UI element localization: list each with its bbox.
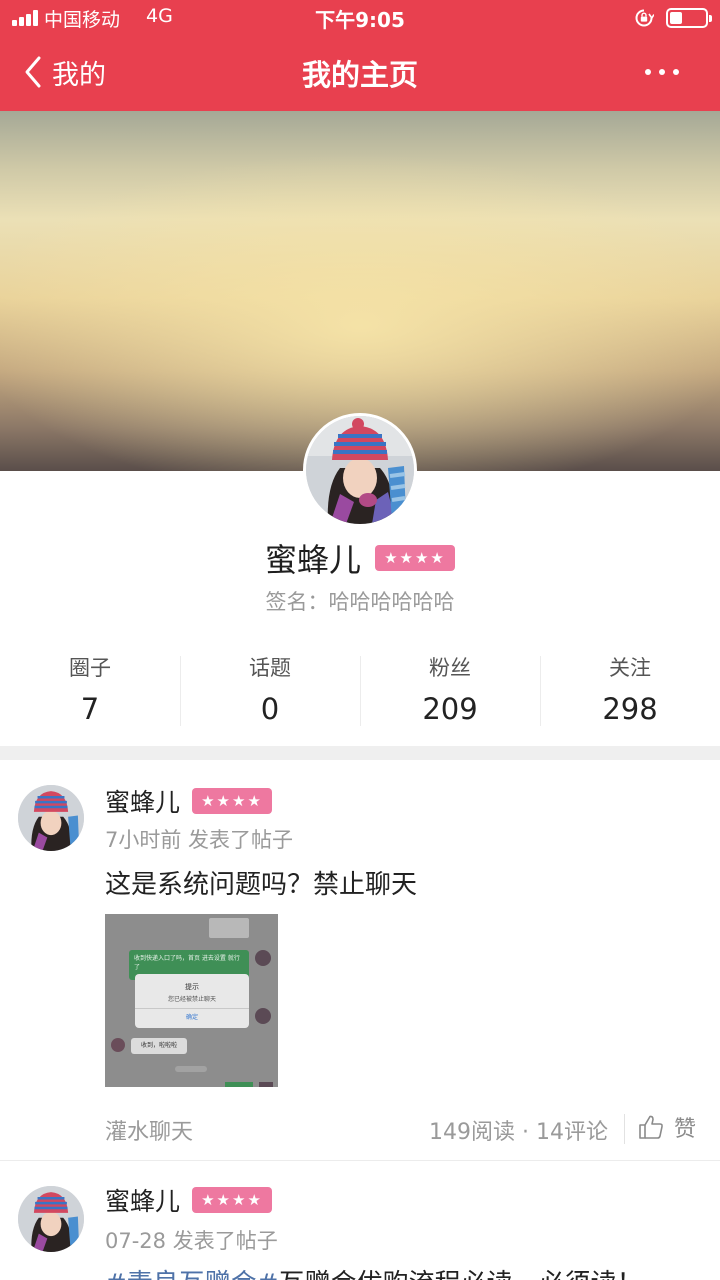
dialog-button: 确定 (185, 1014, 198, 1021)
like-button[interactable]: 赞 (638, 1110, 696, 1144)
avatar-image (18, 1186, 84, 1252)
post-card[interactable]: 蜜蜂儿 ★★★★ 7小时前 发表了帖子 这是系统问题吗？禁止聊天 收到快递入口了… (0, 760, 720, 1160)
avatar-image (306, 416, 414, 524)
stat-label: 关注 (609, 656, 651, 680)
post-meta: 07-28 发表了帖子 (105, 1229, 278, 1253)
profile-name-row: 蜜蜂儿 ★★★★ (0, 534, 720, 582)
like-label: 赞 (674, 1117, 697, 1142)
level-badge: ★★★★ (192, 1187, 273, 1213)
header: 中国移动 4G 下午9:05 我的 我的主页 (0, 0, 720, 111)
post-author-avatar[interactable] (18, 785, 84, 851)
post-text-rest: 互赠会优购流程必读，必须读！ (279, 1269, 643, 1280)
thumbs-up-icon (639, 1115, 663, 1139)
back-button[interactable]: 我的 (22, 52, 106, 92)
post-read-count: 149阅读 · 14评论 (429, 1120, 608, 1145)
stat-circles[interactable]: 圈子 7 (0, 648, 180, 732)
post-hashtag[interactable]: #素良互赠会# (105, 1269, 279, 1280)
level-badge: ★★★★ (375, 545, 455, 571)
profile-name: 蜜蜂儿 (264, 541, 361, 579)
more-dots-icon[interactable] (642, 60, 682, 84)
post-card[interactable]: 蜜蜂儿 ★★★★ 07-28 发表了帖子 #素良互赠会#互赠会优购流程必读，必须… (0, 1161, 720, 1280)
lock-rotation-icon (635, 9, 654, 27)
profile-avatar[interactable] (303, 413, 417, 527)
chat-bubble-received: 收到，啦啦啦 (131, 1038, 187, 1054)
post-footer: 灌水聊天 149阅读 · 14评论 赞 (0, 1114, 720, 1154)
post-image[interactable]: 收到快递入口了吗，首页 进去设置 就行了 提示 您已经被禁止聊天 确定 收到，啦… (105, 914, 278, 1087)
post-category[interactable]: 灌水聊天 (105, 1114, 193, 1146)
post-author-avatar[interactable] (18, 1186, 84, 1252)
section-divider (0, 746, 720, 760)
dialog-box: 提示 您已经被禁止聊天 确定 (135, 974, 249, 1028)
level-badge: ★★★★ (192, 788, 273, 814)
stat-label: 粉丝 (429, 656, 471, 680)
stat-value: 298 (602, 692, 658, 726)
status-time: 下午9:05 (315, 8, 405, 32)
stat-fans[interactable]: 粉丝 209 (360, 648, 540, 732)
post-author[interactable]: 蜜蜂儿 (105, 783, 180, 819)
status-bar: 中国移动 4G 下午9:05 (0, 0, 720, 36)
avatar-image (18, 785, 84, 851)
stat-value: 209 (422, 692, 478, 726)
dialog-title: 提示 (185, 983, 199, 991)
stat-label: 话题 (249, 656, 291, 680)
stat-value: 7 (80, 692, 100, 726)
post-author-row: 蜜蜂儿 ★★★★ (105, 783, 273, 819)
stat-topics[interactable]: 话题 0 (180, 648, 360, 732)
battery-icon (666, 8, 712, 28)
stats-bar: 圈子 7 话题 0 粉丝 209 关注 298 (0, 648, 720, 732)
dialog-body: 您已经被禁止聊天 (167, 996, 216, 1003)
nav-bar: 我的 我的主页 (0, 36, 720, 111)
footer-divider (624, 1114, 625, 1144)
post-author-row: 蜜蜂儿 ★★★★ (105, 1182, 273, 1218)
post-author[interactable]: 蜜蜂儿 (105, 1182, 180, 1218)
chevron-left-icon (25, 56, 41, 88)
stat-following[interactable]: 关注 298 (540, 648, 720, 732)
profile-signature: 签名：哈哈哈哈哈哈 (265, 590, 455, 614)
profile-page: 中国移动 4G 下午9:05 我的 我的主页 蜜蜂儿 ★★★★ 签名：哈哈哈哈哈… (0, 0, 720, 1280)
post-text[interactable]: #素良互赠会#互赠会优购流程必读，必须读！ (105, 1263, 643, 1280)
page-title: 我的主页 (301, 58, 418, 92)
back-label: 我的 (52, 59, 106, 91)
stat-label: 圈子 (69, 656, 111, 680)
post-meta: 7小时前 发表了帖子 (105, 828, 294, 852)
post-text[interactable]: 这是系统问题吗？禁止聊天 (105, 864, 417, 901)
stat-value: 0 (260, 692, 280, 726)
